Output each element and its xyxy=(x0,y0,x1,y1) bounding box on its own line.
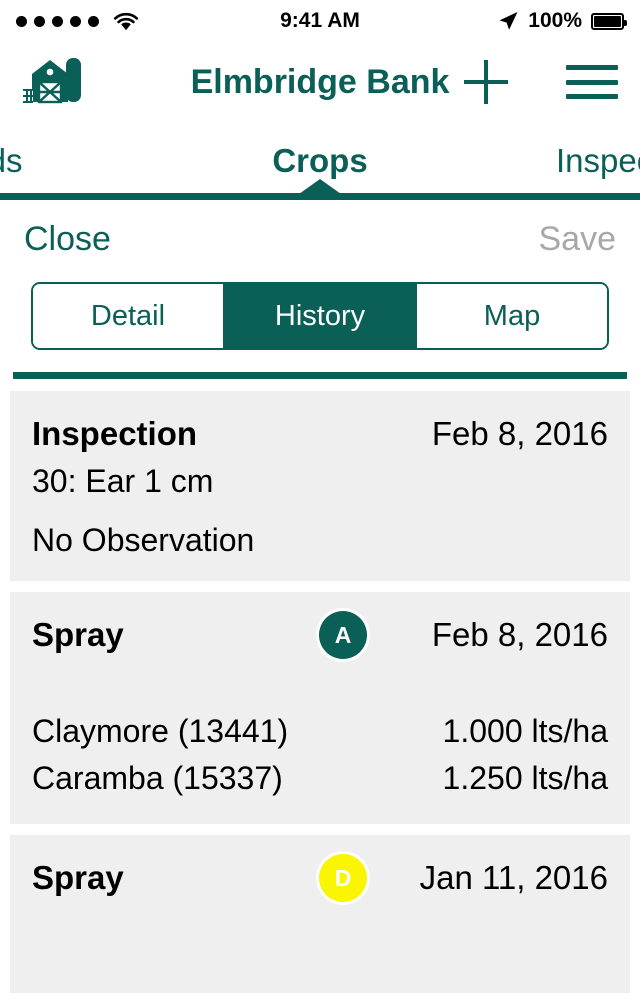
card-header: Inspection Feb 8, 2016 xyxy=(32,409,608,459)
section-divider xyxy=(13,372,627,379)
battery-icon xyxy=(591,12,627,30)
segmented-control-wrapper: Detail History Map xyxy=(0,278,640,350)
status-badge: D xyxy=(319,854,367,902)
card-date: Feb 8, 2016 xyxy=(431,616,608,653)
save-button[interactable]: Save xyxy=(539,220,617,259)
growth-stage-label: 30: Ear 1 cm xyxy=(32,463,214,499)
segment-history[interactable]: History xyxy=(225,284,417,348)
app-header: Elmbridge Bank xyxy=(0,42,640,122)
close-button[interactable]: Close xyxy=(24,220,111,259)
segmented-control: Detail History Map xyxy=(31,282,609,350)
hamburger-menu-icon[interactable] xyxy=(566,65,618,99)
app-header-actions xyxy=(462,58,618,106)
segment-map[interactable]: Map xyxy=(417,284,607,348)
battery-percent-label: 100% xyxy=(528,9,582,32)
plus-icon[interactable] xyxy=(462,58,510,106)
active-tab-caret-icon xyxy=(299,179,341,194)
tab-crops[interactable]: Crops xyxy=(272,142,367,180)
card-title: Spray xyxy=(32,616,124,653)
tab-fields[interactable]: elds xyxy=(0,142,23,180)
status-bar-left xyxy=(16,11,140,31)
product-name: Claymore (13441) xyxy=(32,713,289,749)
tab-bar-rule xyxy=(0,193,640,200)
segment-detail[interactable]: Detail xyxy=(33,284,225,348)
tab-inspections[interactable]: Inspect xyxy=(556,142,640,180)
card-title: Inspection xyxy=(32,415,198,452)
history-card-spray-a[interactable]: Spray A Feb 8, 2016 Claymore (13441) 1.0… xyxy=(10,592,630,824)
status-badge: A xyxy=(319,611,367,659)
modal-toolbar: Close Save xyxy=(0,200,640,278)
top-tab-bar: elds Crops Inspect xyxy=(0,122,640,200)
card-header: Spray A Feb 8, 2016 xyxy=(32,610,608,660)
location-arrow-icon xyxy=(499,12,518,30)
product-rate: 1.250 lts/ha xyxy=(442,760,608,796)
card-date: Jan 11, 2016 xyxy=(419,859,608,896)
history-list: Inspection Feb 8, 2016 30: Ear 1 cm No O… xyxy=(0,379,640,993)
product-row: Caramba (15337) 1.250 lts/ha xyxy=(32,755,608,802)
product-rate: 1.000 lts/ha xyxy=(442,713,608,749)
status-bar: 9:41 AM 100% xyxy=(0,0,640,42)
product-row: Claymore (13441) 1.000 lts/ha xyxy=(32,708,608,755)
cellular-signal-icon xyxy=(16,15,99,27)
wifi-icon xyxy=(113,12,139,31)
card-title: Spray xyxy=(32,859,124,896)
barn-silo-icon xyxy=(22,54,84,111)
history-card-spray-d[interactable]: Spray D Jan 11, 2016 xyxy=(10,835,630,993)
observation-label: No Observation xyxy=(32,522,255,558)
card-date: Feb 8, 2016 xyxy=(431,415,608,452)
status-bar-right: 100% xyxy=(497,9,627,33)
product-name: Caramba (15337) xyxy=(32,760,283,796)
card-header: Spray D Jan 11, 2016 xyxy=(32,853,608,903)
history-card-inspection[interactable]: Inspection Feb 8, 2016 30: Ear 1 cm No O… xyxy=(10,391,630,581)
product-list: Claymore (13441) 1.000 lts/ha Caramba (1… xyxy=(32,708,608,802)
